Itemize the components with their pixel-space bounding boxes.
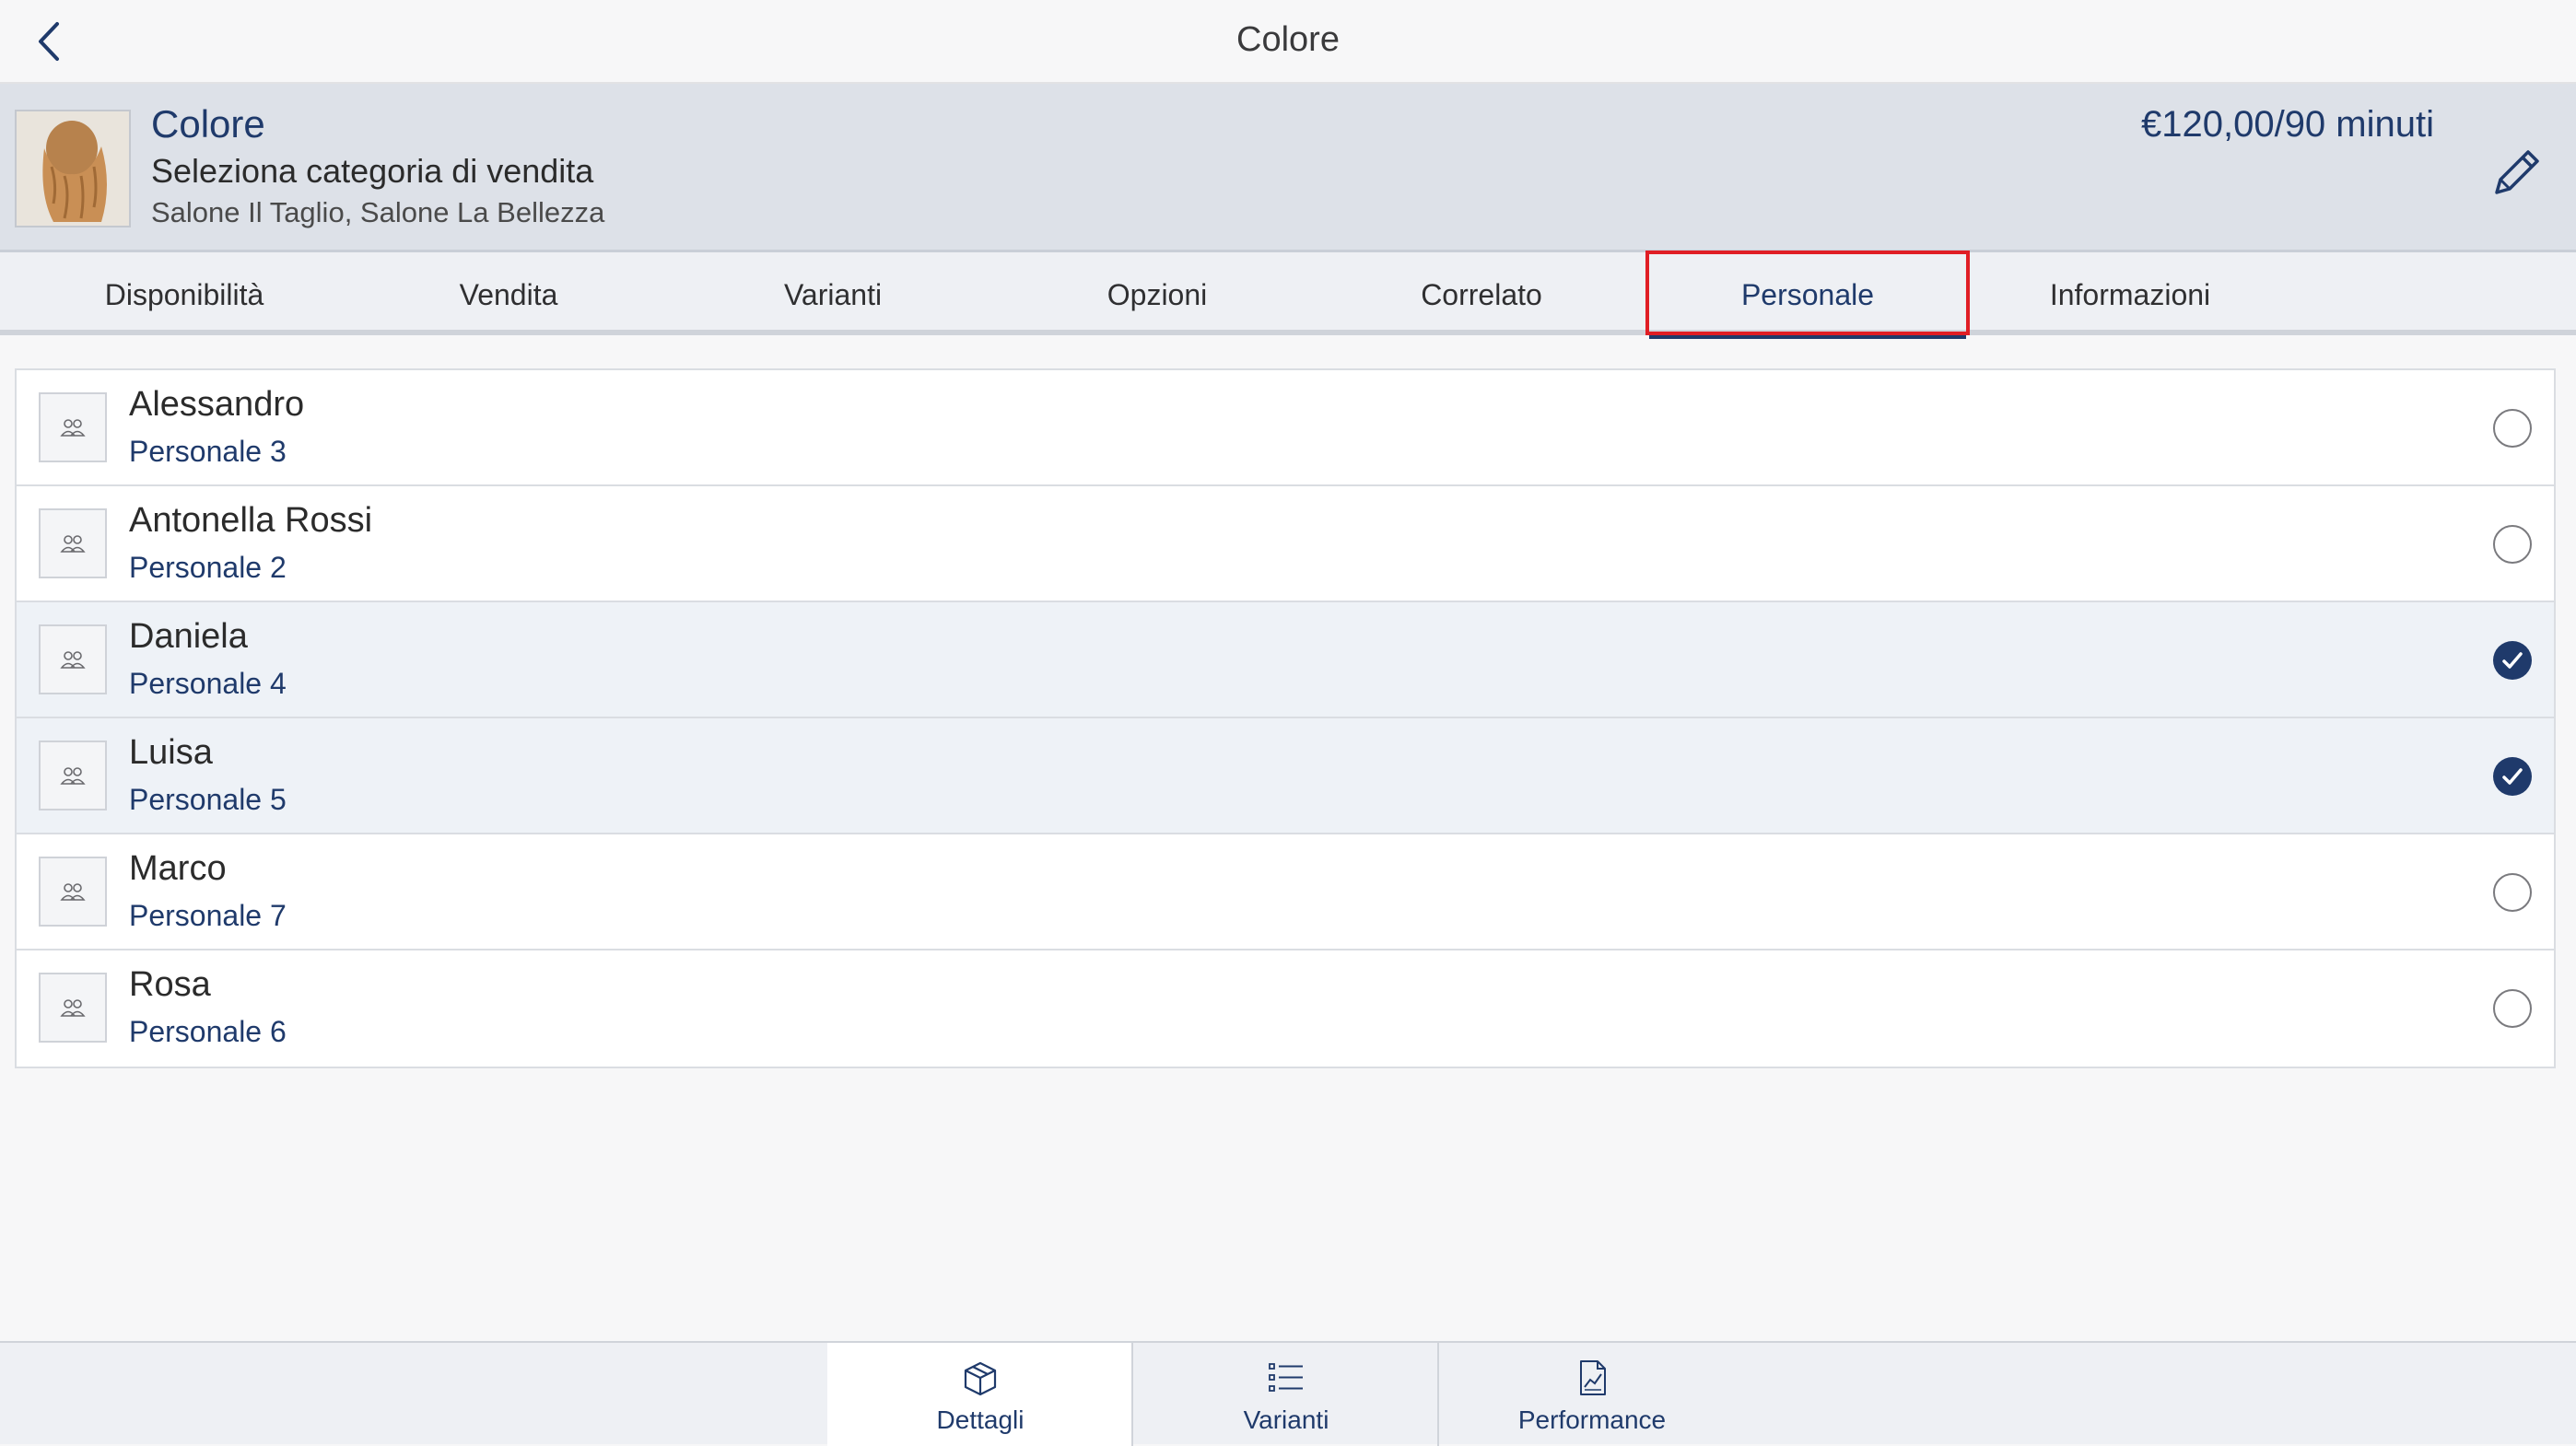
staff-name: Marco (129, 849, 227, 888)
edit-button[interactable] (2484, 139, 2548, 204)
pencil-icon (2495, 150, 2539, 194)
staff-row-rosa[interactable]: Rosa Personale 6 (17, 950, 2554, 1067)
sales-category-link[interactable]: Seleziona categoria di vendita (151, 152, 593, 191)
staff-role: Personale 4 (129, 667, 287, 700)
bottom-tab-label: Performance (1517, 1405, 1667, 1434)
people-icon (60, 535, 86, 553)
staff-role: Personale 3 (129, 435, 287, 468)
staff-role: Personale 6 (129, 1015, 287, 1048)
checkmark-icon (2502, 652, 2523, 669)
bottom-tab-label: Varianti (1243, 1405, 1329, 1434)
tab-personale[interactable]: Personale (1645, 252, 1970, 339)
checkmark-icon (2502, 768, 2523, 785)
bottom-tab-varianti[interactable]: Varianti (1133, 1343, 1439, 1446)
staff-row-marco[interactable]: Marco Personale 7 (17, 834, 2554, 950)
staff-name: Alessandro (129, 385, 305, 424)
service-locations: Salone Il Taglio, Salone La Bellezza (151, 196, 605, 228)
people-icon (60, 883, 86, 901)
service-name: Colore (151, 102, 265, 146)
service-price: €120,00/90 minuti (2140, 104, 2434, 145)
people-icon (60, 419, 86, 437)
staff-name: Rosa (129, 965, 211, 1004)
staff-select-radio-checked[interactable] (2493, 757, 2532, 796)
staff-name: Daniela (129, 617, 248, 656)
staff-select-radio[interactable] (2493, 989, 2532, 1028)
tab-opzioni[interactable]: Opzioni (995, 252, 1319, 335)
people-icon (60, 767, 86, 785)
service-thumbnail (15, 110, 131, 227)
staff-select-radio[interactable] (2493, 873, 2532, 912)
tab-disponibilita[interactable]: Disponibilità (22, 252, 346, 335)
bottom-tab-bar: Dettagli Varianti Performance (0, 1341, 2576, 1446)
staff-avatar (39, 624, 107, 694)
bottom-tab-performance[interactable]: Performance (1439, 1343, 1745, 1446)
staff-row-alessandro[interactable]: Alessandro Personale 3 (17, 370, 2554, 486)
staff-avatar (39, 857, 107, 927)
bottom-tab-label: Dettagli (936, 1405, 1025, 1434)
bottom-tab-dettagli[interactable]: Dettagli (827, 1343, 1133, 1446)
service-header: Colore Seleziona categoria di vendita Sa… (0, 84, 2576, 252)
staff-avatar (39, 508, 107, 578)
staff-avatar (39, 392, 107, 462)
staff-avatar (39, 740, 107, 810)
box-icon (964, 1361, 997, 1396)
list-icon (1269, 1363, 1303, 1392)
tab-informazioni[interactable]: Informazioni (1968, 252, 2292, 335)
staff-name: Antonella Rossi (129, 501, 373, 540)
page-title: Colore (1236, 20, 1340, 59)
people-icon (60, 651, 86, 669)
top-bar: Colore (0, 0, 2576, 84)
tab-varianti[interactable]: Varianti (671, 252, 995, 335)
staff-row-luisa[interactable]: Luisa Personale 5 (17, 718, 2554, 834)
staff-list: Alessandro Personale 3 Antonella Rossi P… (15, 368, 2556, 1068)
staff-role: Personale 5 (129, 783, 287, 816)
tab-correlato[interactable]: Correlato (1319, 252, 1644, 335)
people-icon (60, 999, 86, 1017)
detail-tabs: Disponibilità Vendita Varianti Opzioni C… (0, 252, 2576, 339)
staff-select-radio[interactable] (2493, 409, 2532, 448)
staff-avatar (39, 973, 107, 1043)
staff-role: Personale 7 (129, 899, 287, 932)
staff-role: Personale 2 (129, 551, 287, 584)
staff-select-radio-checked[interactable] (2493, 641, 2532, 680)
staff-name: Luisa (129, 733, 213, 772)
staff-row-antonella-rossi[interactable]: Antonella Rossi Personale 2 (17, 486, 2554, 602)
staff-select-radio[interactable] (2493, 525, 2532, 564)
tab-vendita[interactable]: Vendita (346, 252, 671, 335)
staff-row-daniela[interactable]: Daniela Personale 4 (17, 602, 2554, 718)
chart-document-icon (1580, 1360, 1606, 1395)
